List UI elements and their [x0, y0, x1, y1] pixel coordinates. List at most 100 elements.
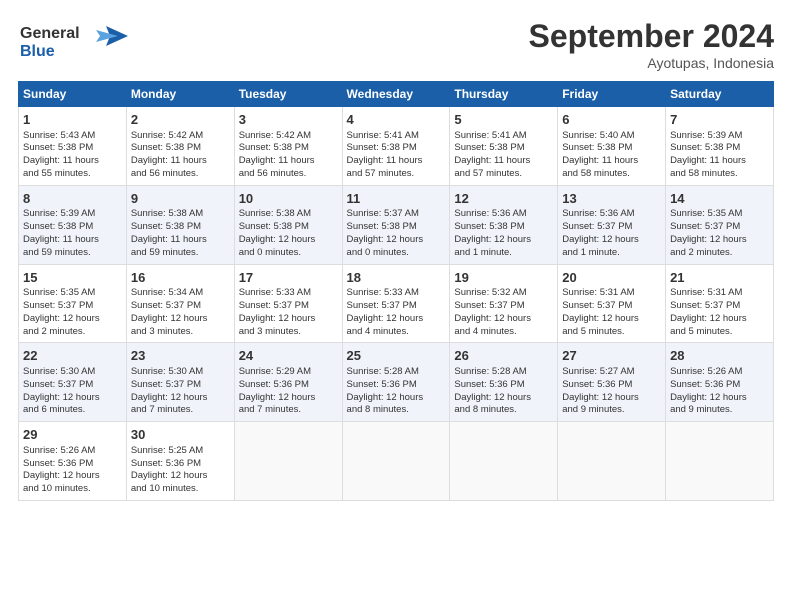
day-info: Sunrise: 5:25 AM: [131, 445, 230, 458]
day-info: Daylight: 11 hours: [23, 155, 122, 168]
day-info: Sunrise: 5:40 AM: [562, 130, 661, 143]
day-info: Sunset: 5:37 PM: [239, 300, 338, 313]
table-row: 16Sunrise: 5:34 AMSunset: 5:37 PMDayligh…: [126, 264, 234, 343]
day-info: Sunset: 5:36 PM: [562, 379, 661, 392]
table-row: 12Sunrise: 5:36 AMSunset: 5:38 PMDayligh…: [450, 185, 558, 264]
logo-text: General Blue: [18, 18, 128, 65]
day-info: Daylight: 12 hours: [670, 234, 769, 247]
day-info: Sunset: 5:37 PM: [670, 300, 769, 313]
table-row: 6Sunrise: 5:40 AMSunset: 5:38 PMDaylight…: [558, 107, 666, 186]
day-info: Sunrise: 5:26 AM: [23, 445, 122, 458]
header-sunday: Sunday: [19, 82, 127, 107]
day-info: Daylight: 12 hours: [562, 392, 661, 405]
day-info: and 7 minutes.: [239, 404, 338, 417]
table-row: 9Sunrise: 5:38 AMSunset: 5:38 PMDaylight…: [126, 185, 234, 264]
day-number: 20: [562, 269, 661, 287]
day-info: Sunrise: 5:42 AM: [239, 130, 338, 143]
day-info: Daylight: 12 hours: [454, 313, 553, 326]
day-info: and 58 minutes.: [670, 168, 769, 181]
day-info: Daylight: 11 hours: [239, 155, 338, 168]
day-info: Sunset: 5:36 PM: [347, 379, 446, 392]
day-info: and 0 minutes.: [239, 247, 338, 260]
day-info: Daylight: 12 hours: [670, 392, 769, 405]
table-row: [234, 422, 342, 501]
day-info: Sunrise: 5:32 AM: [454, 287, 553, 300]
table-row: 15Sunrise: 5:35 AMSunset: 5:37 PMDayligh…: [19, 264, 127, 343]
day-number: 15: [23, 269, 122, 287]
table-row: 17Sunrise: 5:33 AMSunset: 5:37 PMDayligh…: [234, 264, 342, 343]
logo: General Blue: [18, 18, 128, 65]
day-info: Sunrise: 5:38 AM: [131, 208, 230, 221]
day-info: Sunrise: 5:31 AM: [562, 287, 661, 300]
day-info: and 2 minutes.: [670, 247, 769, 260]
table-row: 23Sunrise: 5:30 AMSunset: 5:37 PMDayligh…: [126, 343, 234, 422]
day-info: Sunrise: 5:43 AM: [23, 130, 122, 143]
day-number: 23: [131, 347, 230, 365]
day-number: 21: [670, 269, 769, 287]
day-info: Daylight: 11 hours: [131, 155, 230, 168]
day-number: 5: [454, 111, 553, 129]
day-number: 2: [131, 111, 230, 129]
week-row-5: 29Sunrise: 5:26 AMSunset: 5:36 PMDayligh…: [19, 422, 774, 501]
day-info: and 0 minutes.: [347, 247, 446, 260]
day-info: and 57 minutes.: [454, 168, 553, 181]
table-row: 25Sunrise: 5:28 AMSunset: 5:36 PMDayligh…: [342, 343, 450, 422]
day-info: Daylight: 12 hours: [131, 392, 230, 405]
day-info: Sunset: 5:38 PM: [239, 142, 338, 155]
table-row: 11Sunrise: 5:37 AMSunset: 5:38 PMDayligh…: [342, 185, 450, 264]
day-info: Daylight: 12 hours: [454, 392, 553, 405]
calendar-page: General Blue September 2024 Ayotupas, In…: [0, 0, 792, 612]
table-row: 4Sunrise: 5:41 AMSunset: 5:38 PMDaylight…: [342, 107, 450, 186]
day-info: Daylight: 12 hours: [347, 313, 446, 326]
day-info: Sunset: 5:38 PM: [454, 142, 553, 155]
day-info: Sunset: 5:38 PM: [454, 221, 553, 234]
day-info: Daylight: 12 hours: [562, 234, 661, 247]
day-info: and 3 minutes.: [131, 326, 230, 339]
table-row: 20Sunrise: 5:31 AMSunset: 5:37 PMDayligh…: [558, 264, 666, 343]
day-info: Daylight: 12 hours: [239, 234, 338, 247]
week-row-2: 8Sunrise: 5:39 AMSunset: 5:38 PMDaylight…: [19, 185, 774, 264]
day-info: Daylight: 11 hours: [670, 155, 769, 168]
day-info: and 5 minutes.: [562, 326, 661, 339]
table-row: 8Sunrise: 5:39 AMSunset: 5:38 PMDaylight…: [19, 185, 127, 264]
day-info: Daylight: 11 hours: [131, 234, 230, 247]
day-info: and 4 minutes.: [454, 326, 553, 339]
day-info: and 9 minutes.: [562, 404, 661, 417]
day-info: Sunset: 5:36 PM: [239, 379, 338, 392]
day-number: 16: [131, 269, 230, 287]
table-row: 29Sunrise: 5:26 AMSunset: 5:36 PMDayligh…: [19, 422, 127, 501]
day-number: 9: [131, 190, 230, 208]
header-thursday: Thursday: [450, 82, 558, 107]
day-info: Sunset: 5:37 PM: [454, 300, 553, 313]
day-info: Sunset: 5:37 PM: [670, 221, 769, 234]
day-info: and 1 minute.: [562, 247, 661, 260]
day-info: Daylight: 12 hours: [670, 313, 769, 326]
day-info: and 4 minutes.: [347, 326, 446, 339]
day-info: Sunrise: 5:27 AM: [562, 366, 661, 379]
day-number: 14: [670, 190, 769, 208]
day-info: Sunset: 5:38 PM: [23, 221, 122, 234]
table-row: [450, 422, 558, 501]
day-number: 3: [239, 111, 338, 129]
day-info: Daylight: 12 hours: [23, 470, 122, 483]
day-info: Sunset: 5:36 PM: [454, 379, 553, 392]
day-info: Sunrise: 5:33 AM: [239, 287, 338, 300]
day-info: and 59 minutes.: [131, 247, 230, 260]
table-row: 1Sunrise: 5:43 AMSunset: 5:38 PMDaylight…: [19, 107, 127, 186]
day-number: 24: [239, 347, 338, 365]
day-info: Daylight: 12 hours: [131, 470, 230, 483]
svg-text:Blue: Blue: [20, 43, 55, 60]
day-info: and 56 minutes.: [239, 168, 338, 181]
header-saturday: Saturday: [666, 82, 774, 107]
day-info: and 10 minutes.: [131, 483, 230, 496]
day-number: 30: [131, 426, 230, 444]
day-info: Daylight: 12 hours: [131, 313, 230, 326]
day-number: 8: [23, 190, 122, 208]
day-info: and 59 minutes.: [23, 247, 122, 260]
day-info: Sunrise: 5:31 AM: [670, 287, 769, 300]
day-info: Sunrise: 5:35 AM: [670, 208, 769, 221]
day-number: 18: [347, 269, 446, 287]
day-info: Daylight: 11 hours: [562, 155, 661, 168]
month-title: September 2024: [529, 18, 774, 55]
day-info: Daylight: 12 hours: [239, 392, 338, 405]
